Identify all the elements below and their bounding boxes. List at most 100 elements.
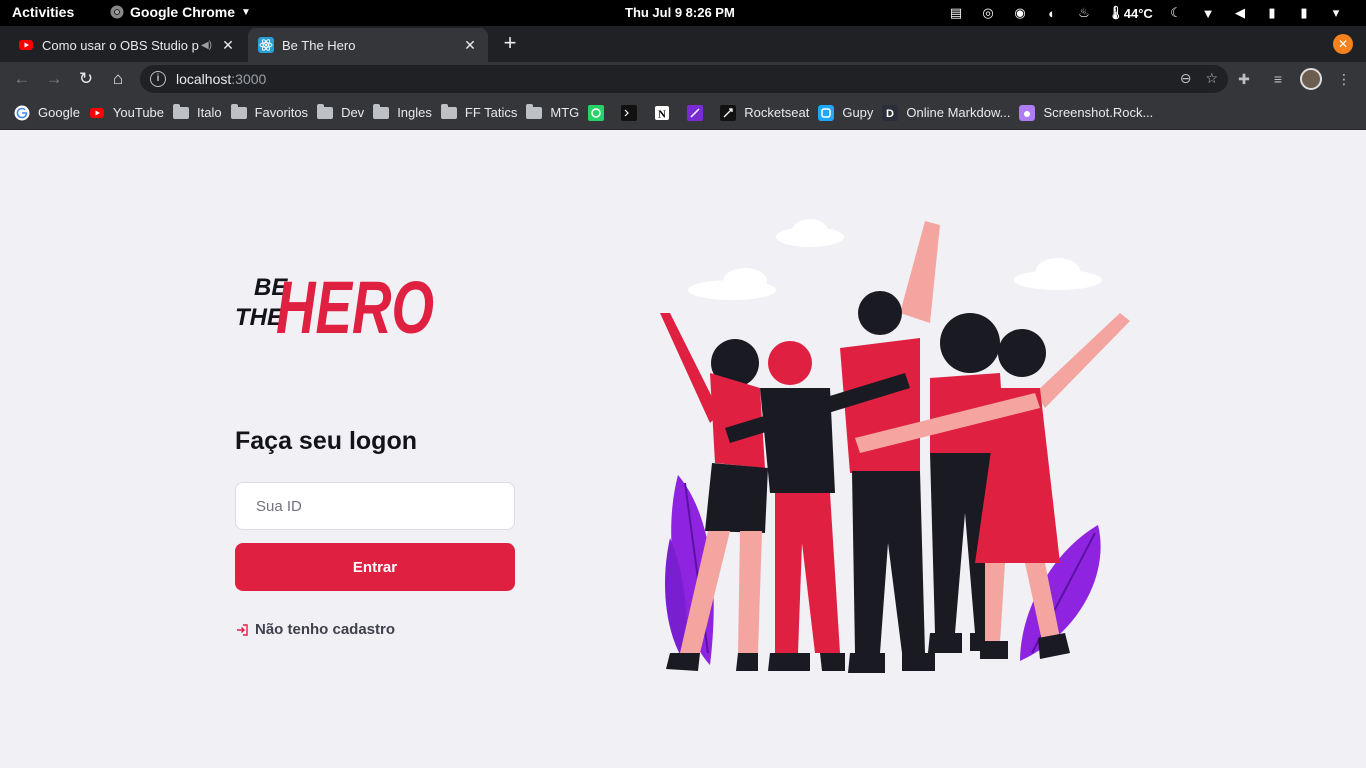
folder-icon — [230, 103, 247, 119]
new-tab-button[interactable]: + — [498, 32, 522, 56]
reload-button[interactable]: ↻ — [74, 67, 98, 91]
speaker-icon: ◀) — [200, 39, 212, 51]
id-input[interactable] — [235, 482, 515, 530]
be-the-hero-logo: BE THE HERO — [235, 266, 434, 347]
volume-icon[interactable]: ◀ — [1224, 3, 1256, 23]
folder-icon — [373, 103, 390, 119]
gupy-icon — [818, 104, 835, 121]
bookmark-notion[interactable]: N — [652, 99, 685, 127]
obs-icon[interactable]: ◎ — [972, 3, 1004, 23]
youtube-icon — [19, 40, 33, 50]
folder-icon — [526, 103, 543, 119]
terminal-icon — [621, 104, 638, 121]
close-icon[interactable]: ✕ — [220, 37, 236, 54]
power-menu-icon[interactable]: ▾ — [1320, 3, 1352, 23]
svg-text:D: D — [886, 108, 894, 120]
site-info-icon[interactable]: i — [150, 71, 166, 87]
screenshot-icon — [1019, 104, 1036, 121]
browser-toolbar: ← → ↻ ⌂ i localhost:3000 ⊖ ☆ ✚ ≡ ⋮ — [0, 62, 1366, 96]
register-link-label: Não tenho cadastro — [255, 621, 396, 638]
thermometer-icon: 🌡 — [1107, 5, 1124, 20]
bookmark-label: Google — [38, 105, 80, 120]
logo-hero: HERO — [276, 266, 434, 347]
bookmark-youtube[interactable]: YouTube — [87, 99, 171, 127]
wifi-icon[interactable]: ▼ — [1192, 3, 1224, 23]
omnibox-actions: ⊖ ☆ — [1180, 70, 1218, 87]
bookmark-label: Favoritos — [254, 105, 309, 120]
bookmark-purple-app[interactable] — [685, 99, 718, 127]
avatar[interactable] — [1300, 68, 1322, 90]
bookmark-gupy[interactable]: Gupy — [816, 99, 880, 127]
bookmark-label: YouTube — [112, 105, 165, 120]
google-icon — [14, 105, 30, 120]
chevron-down-icon: ▼ — [241, 6, 251, 18]
toolbar-actions: ✚ ≡ ⋮ — [1232, 67, 1356, 91]
rocketseat-icon — [720, 104, 737, 121]
bookmark-label: Rocketseat — [744, 105, 810, 120]
youtube-icon — [89, 107, 104, 118]
bookmark-label: Dev — [341, 105, 365, 120]
zoom-icon[interactable]: ⊖ — [1180, 70, 1192, 87]
folder-icon — [173, 103, 190, 119]
bookmark-folder-ff-tatics[interactable]: FF Tatics — [439, 99, 525, 127]
folder-icon — [317, 103, 334, 119]
tab-obs-studio[interactable]: Como usar o OBS Studio p ◀) ✕ — [8, 28, 246, 62]
login-button[interactable]: Entrar — [235, 543, 515, 591]
coffee-icon[interactable]: ♨ — [1068, 3, 1100, 23]
home-button[interactable]: ⌂ — [106, 67, 130, 91]
steam-icon[interactable]: ◉ — [1004, 3, 1036, 23]
battery-icon[interactable]: ▮ — [1288, 3, 1320, 23]
register-link[interactable]: Não tenho cadastro — [235, 621, 395, 638]
bookmark-label: MTG — [550, 105, 580, 120]
close-icon[interactable]: ✕ — [462, 37, 478, 54]
bookmark-folder-favoritos[interactable]: Favoritos — [229, 99, 315, 127]
bookmark-online-markdown[interactable]: D Online Markdow... — [880, 99, 1017, 127]
bookmark-screenshot-rocks[interactable]: Screenshot.Rock... — [1017, 99, 1160, 127]
discord-icon[interactable]: ◐ — [1036, 3, 1068, 23]
screen-icon[interactable]: ▤ — [940, 3, 972, 23]
bookmark-label: Screenshot.Rock... — [1043, 105, 1154, 120]
bookmark-label: Gupy — [842, 105, 874, 120]
bookmark-folder-ingles[interactable]: Ingles — [371, 99, 439, 127]
tab-title: Be The Hero — [282, 37, 356, 53]
extensions-icon[interactable]: ✚ — [1232, 67, 1256, 91]
address-bar[interactable]: i localhost:3000 ⊖ ☆ — [140, 65, 1228, 93]
react-icon — [258, 37, 274, 53]
bookmark-whatsapp[interactable] — [586, 99, 619, 127]
bookmark-folder-dev[interactable]: Dev — [315, 99, 371, 127]
svg-text:N: N — [658, 108, 666, 120]
page-title: Faça seu logon — [235, 427, 417, 455]
app-menu[interactable]: Google Chrome ▼ — [110, 4, 251, 20]
log-in-icon — [237, 623, 248, 636]
temperature-indicator[interactable]: 🌡 44°C — [1100, 3, 1160, 23]
forward-button[interactable]: → — [42, 67, 66, 91]
tab-title: Como usar o OBS Studio p — [42, 37, 199, 53]
microphone-icon[interactable]: ▮ — [1256, 3, 1288, 23]
clock[interactable]: Thu Jul 9 8:26 PM — [625, 5, 735, 20]
media-controls-icon[interactable]: ≡ — [1266, 67, 1290, 91]
figma-like-icon — [687, 104, 704, 121]
system-top-bar: Activities Google Chrome ▼ Thu Jul 9 8:2… — [0, 0, 1366, 26]
markdown-icon: D — [882, 104, 899, 121]
night-mode-icon[interactable]: ☾ — [1160, 3, 1192, 23]
url-text[interactable]: localhost:3000 — [176, 71, 266, 87]
chrome-update-icon[interactable]: ✕ — [1333, 34, 1353, 54]
bookmark-rocketseat[interactable]: Rocketseat — [718, 99, 816, 127]
bookmark-terminal[interactable] — [619, 99, 652, 127]
activities-button[interactable]: Activities — [12, 4, 74, 20]
app-menu-label: Google Chrome — [130, 4, 236, 20]
tab-strip: Como usar o OBS Studio p ◀) ✕ Be The Her… — [0, 26, 1366, 62]
more-menu-icon[interactable]: ⋮ — [1332, 67, 1356, 91]
tab-be-the-hero[interactable]: Be The Hero ✕ — [248, 28, 488, 62]
system-tray[interactable]: ▤ ◎ ◉ ◐ ♨ 🌡 44°C ☾ ▼ ◀ ▮ ▮ ▾ — [940, 3, 1352, 23]
bookmark-folder-mtg[interactable]: MTG — [524, 99, 586, 127]
back-button[interactable]: ← — [10, 67, 34, 91]
temperature-value: 44°C — [1123, 5, 1153, 21]
bookmark-label: Italo — [197, 105, 222, 120]
url-port: :3000 — [231, 71, 267, 87]
bookmark-google[interactable]: Google — [12, 99, 87, 127]
bookmarks-bar: Google YouTube Italo Favoritos Dev Ingle… — [0, 96, 1366, 130]
bookmark-folder-italo[interactable]: Italo — [171, 99, 229, 127]
whatsapp-icon — [588, 104, 605, 121]
bookmark-star-icon[interactable]: ☆ — [1205, 70, 1218, 87]
